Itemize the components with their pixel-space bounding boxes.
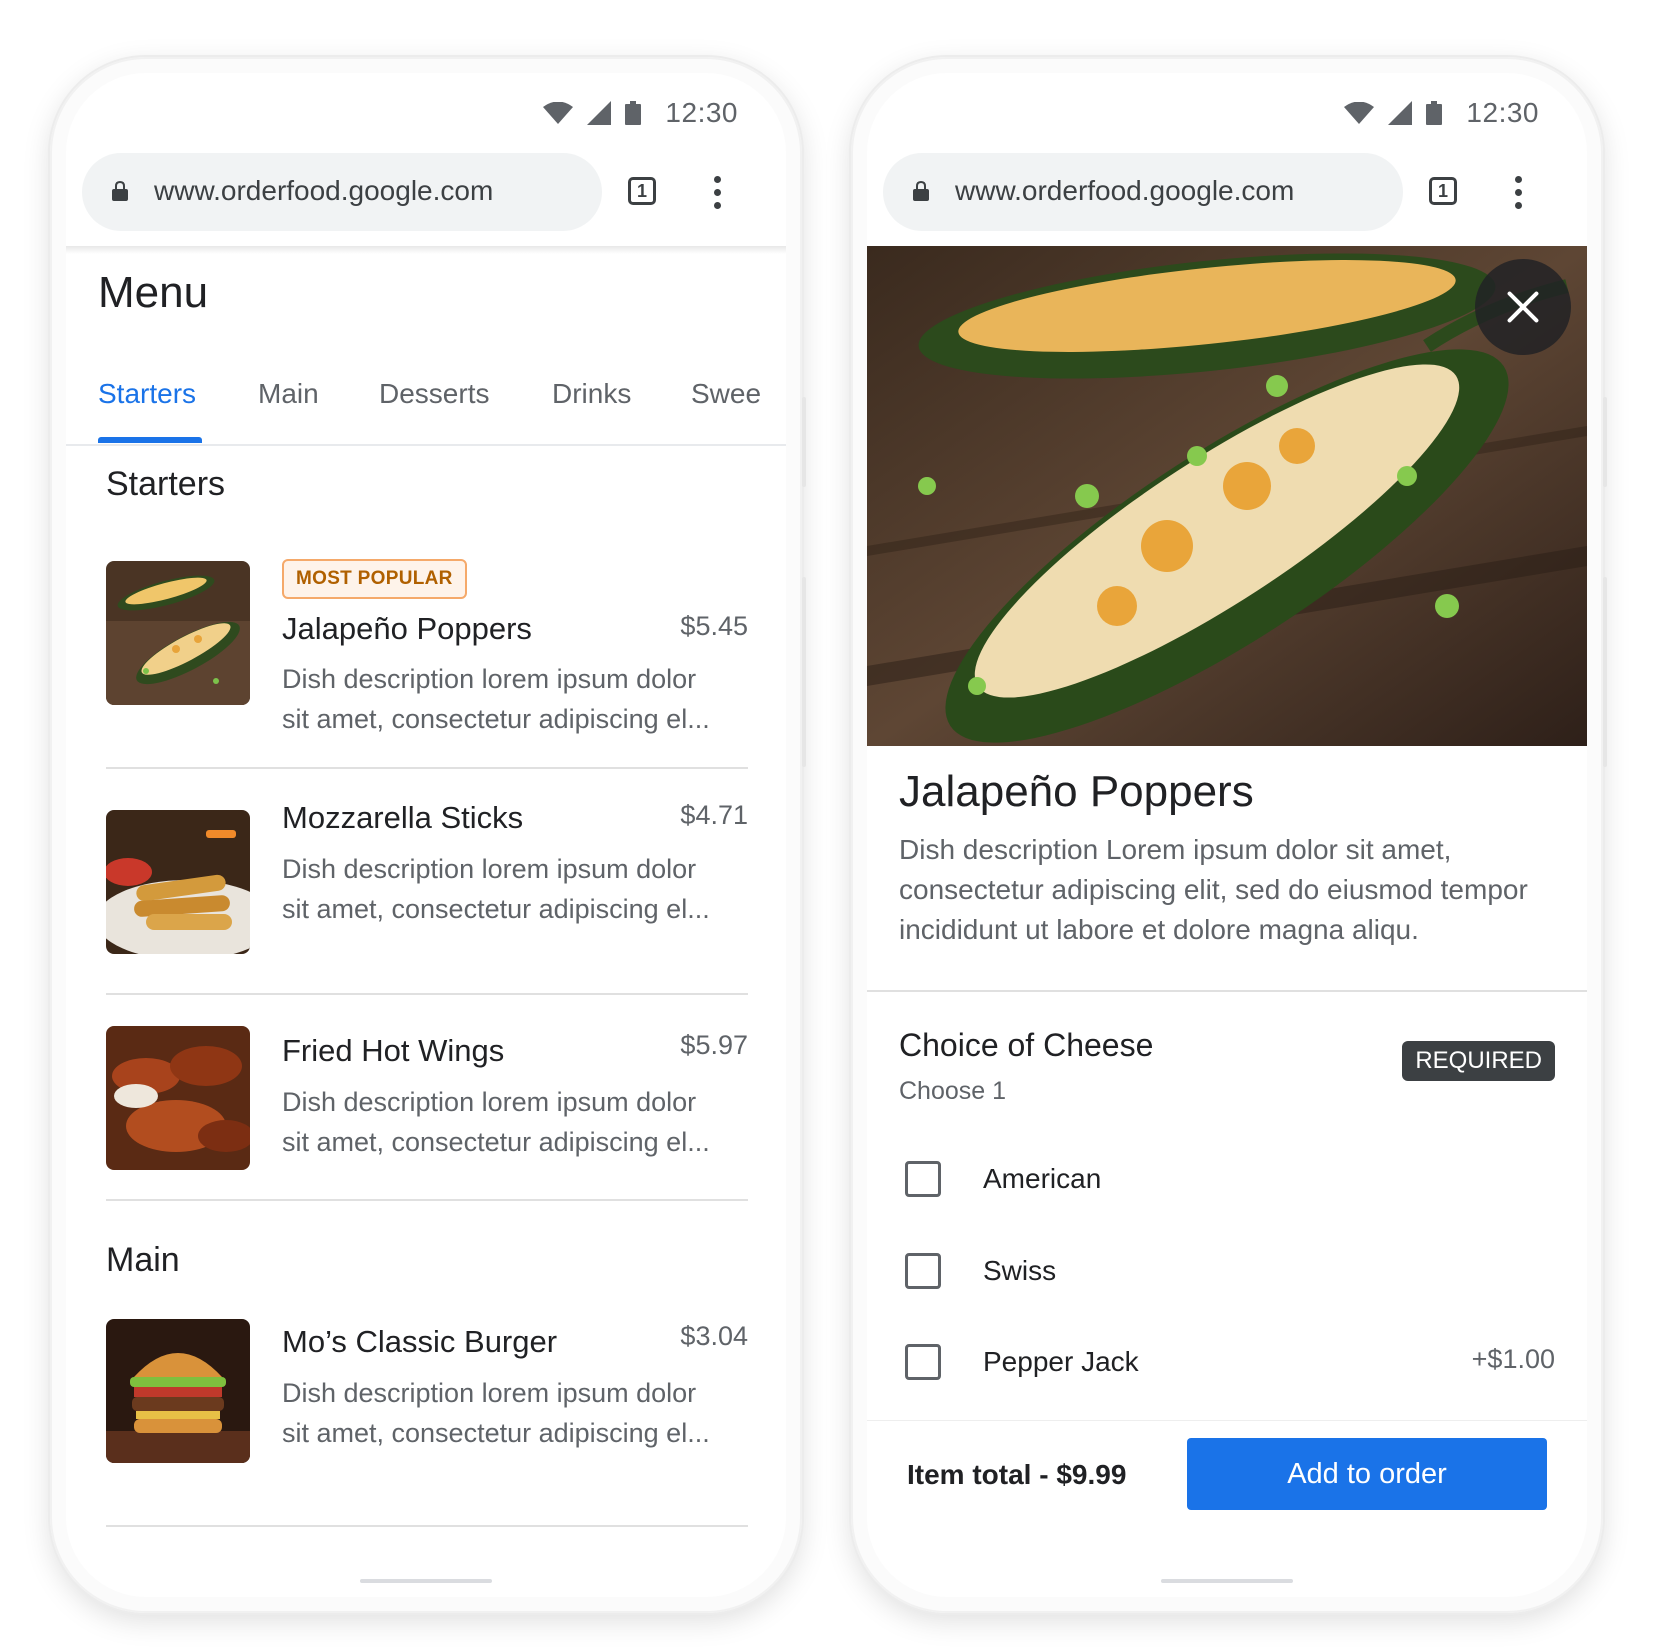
wifi-icon [543, 102, 574, 124]
tab-desserts[interactable]: Desserts [379, 378, 489, 410]
item-name: Mozzarella Sticks [282, 800, 524, 835]
checkbox[interactable] [905, 1161, 941, 1197]
choice-group-subtitle: Choose 1 [899, 1077, 1007, 1105]
tab-starters[interactable]: Starters [98, 378, 196, 410]
item-name: Fried Hot Wings [282, 1033, 505, 1068]
power-button [802, 397, 806, 487]
required-badge: REQUIRED [1402, 1041, 1555, 1081]
category-tabs: Starters Main Desserts Drinks Swee [66, 358, 786, 446]
url-text: www.orderfood.google.com [154, 175, 494, 206]
option-label: Pepper Jack [983, 1346, 1139, 1377]
menu-item-jalapeno-poppers[interactable]: MOST POPULAR Jalapeño Poppers $5.45 Dish… [106, 559, 748, 769]
option-label: American [983, 1163, 1102, 1194]
status-bar: 12:30 [66, 73, 786, 143]
address-bar[interactable]: www.orderfood.google.com [883, 153, 1403, 231]
menu-screen: 12:30 www.orderfood.google.com 1 Menu St… [66, 73, 786, 1597]
tab-drinks[interactable]: Drinks [552, 378, 631, 410]
item-description: Dish description lorem ipsum dolor sit a… [282, 854, 710, 924]
home-indicator[interactable] [360, 1579, 492, 1583]
status-bar: 12:30 [867, 73, 1587, 143]
classic-burger-image [106, 1319, 250, 1463]
item-description: Dish description lorem ipsum dolor sit a… [282, 1378, 710, 1448]
mozzarella-sticks-image [106, 810, 250, 954]
item-name: Jalapeño Poppers [282, 611, 532, 646]
order-footer: Item total - $9.99 Add to order [867, 1420, 1587, 1531]
most-popular-badge: MOST POPULAR [282, 559, 467, 599]
tab-sweets[interactable]: Swee [691, 378, 761, 410]
item-description: Dish description lorem ipsum dolor sit a… [282, 664, 710, 734]
battery-icon [625, 101, 642, 125]
power-button [1603, 397, 1607, 487]
status-time: 12:30 [665, 97, 738, 128]
checkbox[interactable] [905, 1253, 941, 1289]
section-divider [867, 990, 1587, 992]
tab-switcher-button[interactable]: 1 [628, 177, 656, 205]
choice-group-title: Choice of Cheese [899, 1027, 1154, 1063]
dish-description: Dish description Lorem ipsum dolor sit a… [899, 834, 1528, 945]
lock-icon [913, 181, 929, 201]
checkbox[interactable] [905, 1344, 941, 1380]
toolbar-shadow [66, 246, 786, 254]
more-vert-icon[interactable] [1510, 173, 1526, 213]
volume-button [802, 577, 806, 767]
option-swiss[interactable]: Swiss [905, 1253, 1555, 1293]
option-pepper-jack[interactable]: Pepper Jack +$1.00 [905, 1344, 1555, 1384]
phone-frame-menu: 12:30 www.orderfood.google.com 1 Menu St… [50, 57, 806, 1613]
item-price: $3.04 [680, 1321, 748, 1351]
fried-hot-wings-image [106, 1026, 250, 1170]
wifi-icon [1344, 102, 1375, 124]
cellular-signal-icon [1388, 101, 1413, 125]
tab-switcher-button[interactable]: 1 [1429, 177, 1457, 205]
lock-icon [112, 181, 128, 201]
item-total: Item total - $9.99 [907, 1459, 1127, 1490]
item-price: $4.71 [680, 800, 748, 830]
more-vert-icon[interactable] [709, 173, 725, 213]
page-title: Menu [98, 268, 209, 317]
status-time: 12:30 [1466, 97, 1539, 128]
battery-icon [1426, 101, 1443, 125]
section-title-starters: Starters [106, 465, 226, 503]
menu-item-classic-burger[interactable]: Mo’s Classic Burger $3.04 Dish descripti… [106, 1319, 748, 1527]
item-price: $5.97 [680, 1030, 748, 1060]
option-label: Swiss [983, 1255, 1057, 1286]
dish-title: Jalapeño Poppers [899, 767, 1254, 816]
option-price: +$1.00 [1471, 1344, 1555, 1374]
menu-item-fried-hot-wings[interactable]: Fried Hot Wings $5.97 Dish description l… [106, 993, 748, 1201]
home-indicator[interactable] [1161, 1579, 1293, 1583]
menu-item-mozzarella-sticks[interactable]: Mozzarella Sticks $4.71 Dish description… [106, 795, 748, 995]
option-american[interactable]: American [905, 1161, 1555, 1201]
volume-button [1603, 577, 1607, 767]
cellular-signal-icon [587, 101, 612, 125]
item-price: $5.45 [680, 611, 748, 641]
address-bar[interactable]: www.orderfood.google.com [82, 153, 602, 231]
item-detail-screen: 12:30 www.orderfood.google.com 1 Jalapeñ… [867, 73, 1587, 1597]
close-icon[interactable] [1475, 259, 1571, 355]
add-to-order-button[interactable]: Add to order [1187, 1438, 1547, 1510]
item-name: Mo’s Classic Burger [282, 1324, 558, 1359]
url-text: www.orderfood.google.com [955, 175, 1295, 206]
phone-frame-detail: 12:30 www.orderfood.google.com 1 Jalapeñ… [851, 57, 1607, 1613]
section-title-main: Main [106, 1241, 180, 1279]
jalapeno-poppers-image [106, 561, 250, 705]
tab-main[interactable]: Main [258, 378, 319, 410]
item-description: Dish description lorem ipsum dolor sit a… [282, 1087, 710, 1157]
active-tab-indicator [98, 437, 202, 443]
